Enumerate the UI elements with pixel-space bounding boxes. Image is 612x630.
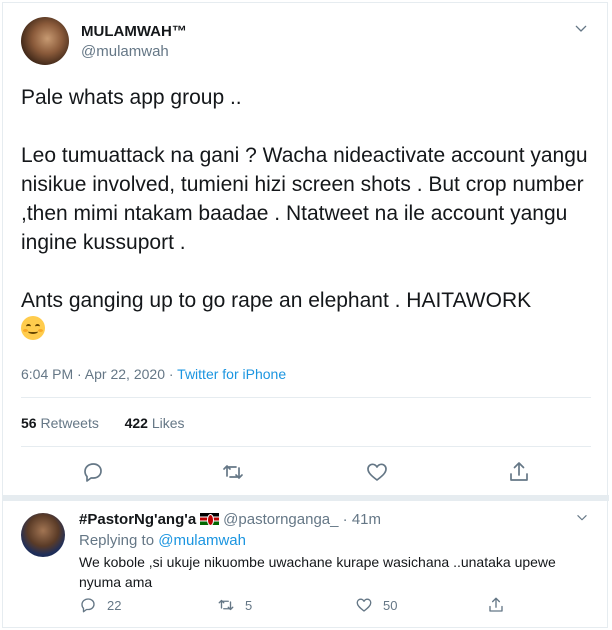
replying-to-link[interactable]: @mulamwah [158, 532, 246, 549]
reply-icon[interactable] [81, 460, 105, 484]
reply-reply-button[interactable]: 22 [79, 595, 121, 615]
section-divider [3, 495, 609, 501]
tweet-meta: 6:04 PM · Apr 22, 2020 · Twitter for iPh… [21, 366, 286, 382]
reply-handle[interactable]: @pastornganga_ · 41m [223, 511, 381, 528]
reply-author: #PastorNg'ang'a @pastornganga_ · 41m [79, 511, 381, 528]
divider [21, 397, 591, 398]
retweets-count: 56 [21, 415, 37, 431]
divider [21, 446, 591, 447]
retweets-stat[interactable]: 56 Retweets [21, 415, 99, 431]
likes-stat[interactable]: 422 Likes [125, 415, 185, 431]
reply-like-button[interactable]: 50 [355, 595, 397, 615]
heart-icon[interactable] [365, 460, 389, 484]
tweet-line: Ants ganging up to go rape an elephant .… [21, 286, 591, 315]
retweets-label: Retweets [40, 415, 99, 431]
retweet-icon [218, 599, 234, 611]
reply-share-button[interactable] [487, 595, 505, 615]
tweet-line-text: Ants ganging up to go rape an elephant .… [21, 289, 532, 312]
replying-to-prefix: Replying to [79, 532, 159, 549]
reply-retweet-button[interactable]: 5 [217, 595, 252, 615]
reply-text: We kobole ,si ukuje nikuombe uwachane ku… [79, 554, 556, 590]
author-avatar[interactable] [21, 17, 69, 65]
tweet-text: Pale whats app group .. Leo tumuattack n… [21, 83, 591, 344]
reply-retweet-count: 5 [245, 597, 253, 613]
relieved-face-icon [21, 316, 45, 340]
author-display-name[interactable]: MULAMWAH™ [81, 23, 187, 40]
reply-like-count: 50 [383, 597, 398, 613]
kenya-flag-icon [200, 513, 220, 526]
chevron-down-icon[interactable] [573, 21, 589, 37]
tweet-line: Leo tumuattack na gani ? Wacha nideactiv… [21, 144, 588, 254]
retweet-icon[interactable] [221, 460, 245, 484]
emoji-line [21, 315, 591, 344]
reply-icon [81, 598, 95, 613]
share-icon [489, 597, 503, 612]
tweet-card: MULAMWAH™ @mulamwah Pale whats app group… [2, 2, 609, 628]
tweet-header: MULAMWAH™ @mulamwah [21, 17, 591, 65]
likes-count: 422 [124, 415, 148, 431]
tweet-stats: 56 Retweets 422 Likes [21, 415, 185, 431]
share-icon[interactable] [507, 460, 531, 484]
author-handle[interactable]: @mulamwah [81, 43, 169, 60]
reply-display-name[interactable]: #PastorNg'ang'a [79, 511, 196, 528]
likes-label: Likes [151, 415, 185, 431]
tweet-source-link[interactable]: Twitter for iPhone [177, 366, 286, 382]
reply-count: 22 [107, 597, 122, 613]
chevron-down-icon[interactable] [575, 511, 589, 525]
replying-to: Replying to @mulamwah [79, 532, 246, 549]
tweet-line: Pale whats app group .. [21, 86, 242, 109]
reply-author-avatar[interactable] [21, 513, 65, 557]
tweet-timestamp[interactable]: 6:04 PM · Apr 22, 2020 · [21, 366, 177, 382]
heart-icon [356, 598, 372, 612]
